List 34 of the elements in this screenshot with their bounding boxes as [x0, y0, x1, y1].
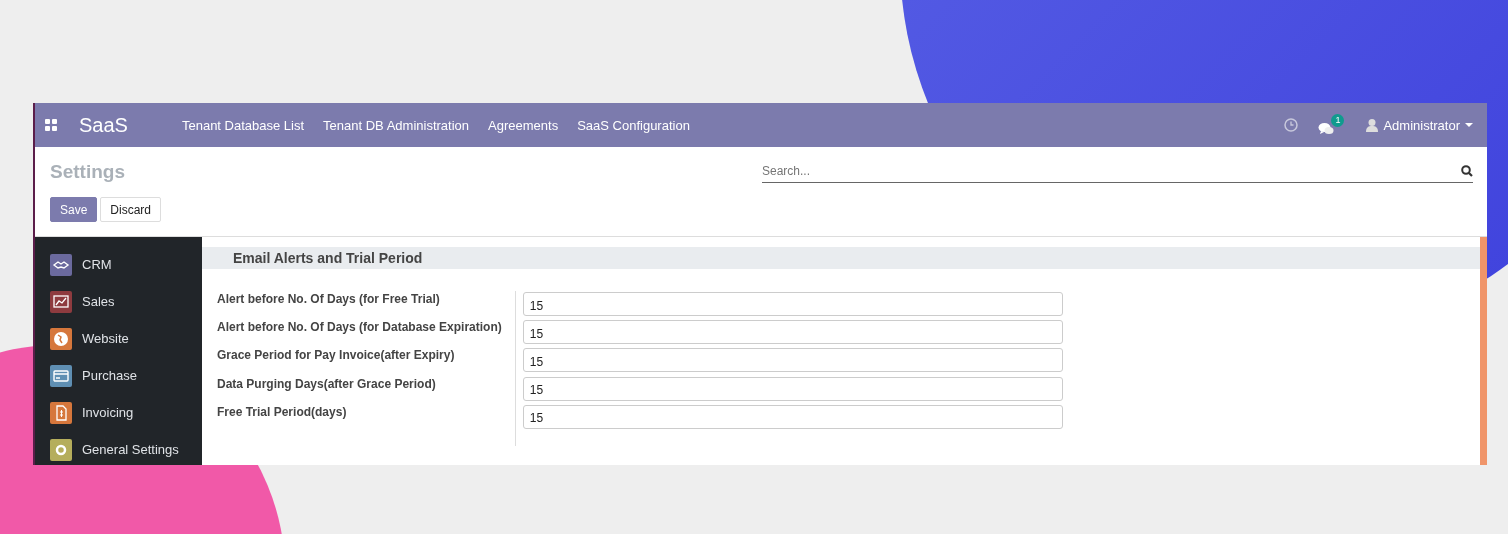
input-field[interactable]: 15	[522, 292, 1063, 316]
field-label: Grace Period for Pay Invoice(after Expiry)	[217, 347, 456, 365]
field-label: Free Trial Period(days)	[217, 403, 348, 421]
input-field[interactable]: 15	[522, 404, 1063, 429]
sidebar-item[interactable]: Website	[35, 320, 202, 357]
input-field[interactable]: 15	[522, 348, 1063, 373]
input-field[interactable]: 15	[522, 376, 1063, 401]
sidebar-item[interactable]: Sales	[35, 283, 202, 320]
menu-item[interactable]: Tenant DB Administration	[323, 117, 470, 133]
sidebar-item[interactable]: CRM	[35, 246, 202, 283]
input-field[interactable]: 15	[522, 320, 1063, 345]
search-field[interactable]: Search...	[762, 161, 1457, 181]
field-label: Data Purging Days(after Grace Period)	[217, 375, 437, 393]
sidebar-item[interactable]: General Settings	[35, 431, 202, 465]
discard-button[interactable]: Discard	[100, 197, 162, 222]
apps-menu-icon[interactable]	[45, 119, 57, 131]
section-title: Email Alerts and Trial Period	[202, 247, 1480, 269]
sidebar-item[interactable]: Invoicing	[35, 394, 202, 431]
search-icon[interactable]	[1461, 165, 1473, 177]
menu-item[interactable]: Tenant Database List	[181, 117, 305, 133]
field-label: Alert before No. Of Days (for Database Expiration)	[217, 319, 502, 337]
page-title: Settings	[50, 161, 125, 183]
message-count-badge: 1	[1331, 114, 1345, 127]
user-menu[interactable]: Administrator	[1366, 117, 1473, 133]
menu-item[interactable]: SaaS Configuration	[577, 117, 690, 133]
app-name: SaaS	[79, 113, 128, 137]
menu-item[interactable]: Agreements	[488, 117, 559, 133]
clock-icon[interactable]	[1284, 118, 1299, 132]
user-icon	[1366, 118, 1379, 132]
chat-icon	[1318, 122, 1335, 136]
caret-icon	[1465, 122, 1473, 128]
save-button[interactable]: Save	[50, 197, 98, 222]
field-label: Alert before No. Of Days (for Free Trial)	[217, 291, 441, 308]
sidebar-item[interactable]: Purchase	[35, 357, 202, 394]
